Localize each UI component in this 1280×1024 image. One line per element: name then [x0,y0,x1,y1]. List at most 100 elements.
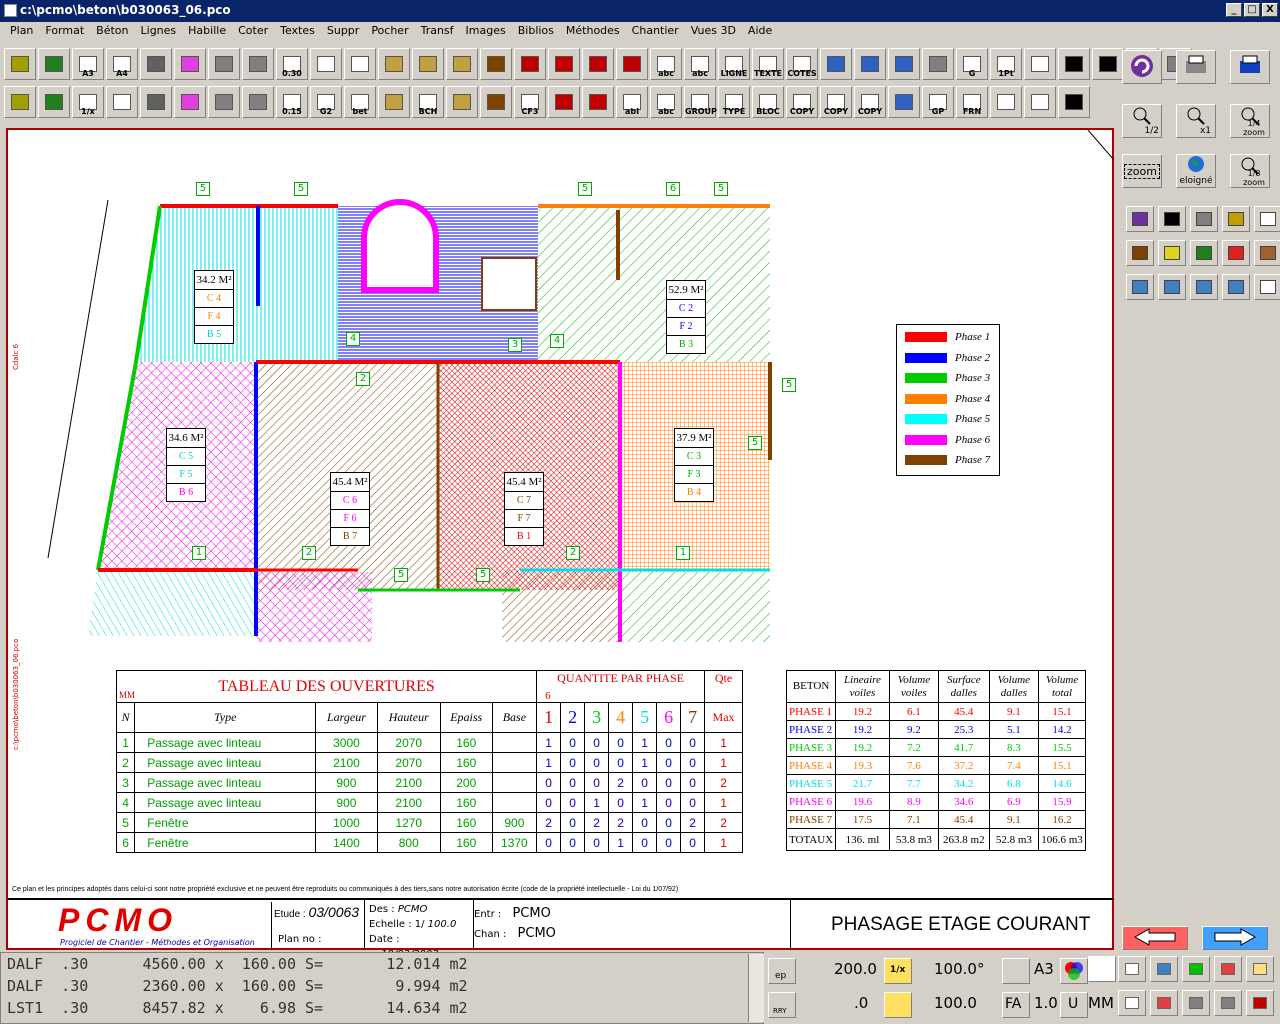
toolbar-button[interactable]: TEXTE [752,48,784,80]
toolbar-button[interactable]: abc [684,48,716,80]
toolbar-button[interactable] [140,48,172,80]
toolbar-button[interactable]: TYPE [718,86,750,118]
toolbar-button[interactable]: BCH [412,86,444,118]
tool-button[interactable] [1126,240,1154,266]
inverse-button[interactable]: 1/x [884,958,912,984]
snap-button[interactable] [1214,956,1242,982]
menu-item[interactable]: Habille [182,22,232,42]
toolbar-button[interactable] [480,48,512,80]
toolbar-button[interactable] [888,48,920,80]
toolbar-button[interactable] [1058,48,1090,80]
toolbar-button[interactable] [990,86,1022,118]
menu-item[interactable]: Biblios [512,22,560,42]
toolbar-button[interactable]: COPY [786,86,818,118]
zoom-quarter-button[interactable]: 1/4 zoom [1230,104,1270,138]
color-wheel-icon[interactable] [1060,958,1088,984]
toolbar-button[interactable]: G [956,48,988,80]
toolbar-button[interactable]: abI [616,86,648,118]
toolbar-button[interactable] [480,86,512,118]
tool-button[interactable] [1126,206,1154,232]
minimize-button[interactable]: _ [1226,3,1242,17]
toolbar-button[interactable]: GP [922,86,954,118]
toolbar-button[interactable]: bet [344,86,376,118]
menu-item[interactable]: Transf [415,22,460,42]
tool-button[interactable] [1190,240,1218,266]
snap-button[interactable] [1182,956,1210,982]
print-button[interactable] [1176,50,1216,84]
snap-button[interactable] [1150,990,1178,1016]
toolbar-button[interactable] [922,48,954,80]
toolbar-button[interactable] [4,48,36,80]
toolbar-button[interactable] [1058,86,1090,118]
tool-button[interactable] [1254,240,1280,266]
tool-button[interactable] [1222,206,1250,232]
toolbar-button[interactable]: G2 [310,86,342,118]
toolbar-button[interactable]: 0.30 [276,48,308,80]
toolbar-button[interactable]: A4 [106,48,138,80]
plot-button[interactable] [1230,50,1270,84]
previous-arrow-button[interactable] [1122,926,1188,950]
rry-button[interactable]: RRY [768,992,796,1018]
next-arrow-button[interactable] [1202,926,1268,950]
snap-button[interactable] [1118,990,1146,1016]
toolbar-button[interactable] [242,86,274,118]
toolbar-button[interactable]: BLOC [752,86,784,118]
tool-button[interactable] [1254,274,1280,300]
menu-item[interactable]: Méthodes [560,22,626,42]
toolbar-button[interactable]: 1Pt [990,48,1022,80]
tool-button[interactable] [1254,206,1280,232]
ep-button[interactable]: ep [768,958,796,984]
zoom-window-button[interactable]: zoom [1122,154,1162,188]
toolbar-button[interactable] [378,48,410,80]
menu-item[interactable]: Béton [90,22,134,42]
snap-button[interactable] [1118,956,1146,982]
snap-button[interactable] [1182,990,1210,1016]
menu-item[interactable]: Images [460,22,512,42]
toolbar-button[interactable] [140,86,172,118]
toolbar-button[interactable] [820,48,852,80]
toolbar-button[interactable] [38,48,70,80]
toolbar-button[interactable] [582,48,614,80]
menu-item[interactable]: Suppr [321,22,365,42]
snap-button[interactable] [1150,956,1178,982]
toolbar-button[interactable] [310,48,342,80]
toolbar-button[interactable]: 0.15 [276,86,308,118]
toolbar-button[interactable] [616,48,648,80]
menu-item[interactable]: Pocher [365,22,414,42]
toolbar-button[interactable] [446,48,478,80]
menu-item[interactable]: Textes [274,22,321,42]
toolbar-button[interactable] [412,48,444,80]
toolbar-button[interactable]: 1/x [72,86,104,118]
toolbar-button[interactable] [1024,48,1056,80]
toolbar-button[interactable] [446,86,478,118]
tool-button[interactable] [1222,274,1250,300]
tool-button[interactable] [1158,206,1186,232]
toolbar-button[interactable]: abc [650,48,682,80]
zoom-x1-button[interactable]: x1 [1176,104,1216,138]
tool-button[interactable] [1158,274,1186,300]
tool-button[interactable] [1158,240,1186,266]
toolbar-button[interactable] [38,86,70,118]
menu-item[interactable]: Format [39,22,90,42]
toolbar-button[interactable] [514,48,546,80]
snap-button[interactable] [1246,956,1274,982]
toolbar-button[interactable] [344,48,376,80]
help-button[interactable] [1002,958,1030,984]
tool-button[interactable] [1126,274,1154,300]
refresh-button[interactable] [1122,50,1162,84]
toolbar-button[interactable] [106,86,138,118]
menu-item[interactable]: Vues 3D [685,22,742,42]
menu-item[interactable]: Chantier [626,22,685,42]
toolbar-button[interactable]: A3 [72,48,104,80]
toolbar-button[interactable] [208,86,240,118]
menu-item[interactable]: Plan [4,22,39,42]
toolbar-button[interactable]: COTES [786,48,818,80]
scale-button[interactable] [884,992,912,1018]
toolbar-button[interactable] [4,86,36,118]
toolbar-button[interactable] [854,48,886,80]
toolbar-button[interactable] [242,48,274,80]
toolbar-button[interactable]: GROUP [684,86,717,118]
menu-item[interactable]: Coter [232,22,274,42]
zoom-eighth-button[interactable]: 1/8 zoom [1230,154,1270,188]
tool-button[interactable] [1222,240,1250,266]
